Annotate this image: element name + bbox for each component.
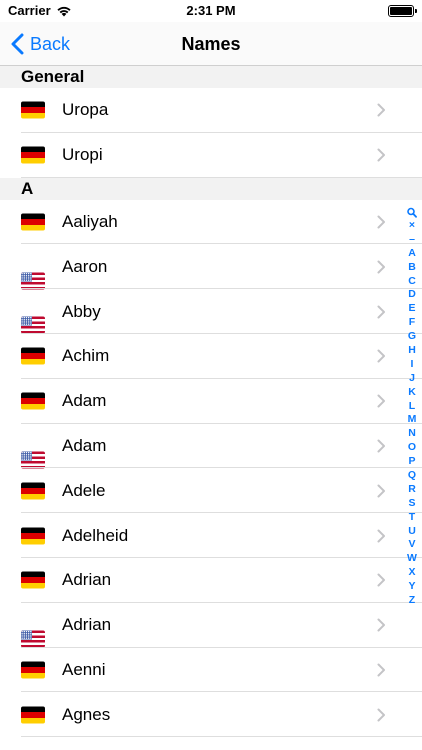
- section-header: General: [0, 66, 422, 88]
- section-index-letter[interactable]: Z: [409, 594, 415, 608]
- battery-icon: [388, 5, 417, 17]
- chevron-right-icon: [377, 103, 385, 117]
- list-item-label: Adam: [62, 435, 107, 455]
- section-index-letter[interactable]: E: [408, 302, 415, 316]
- section-index-letter[interactable]: C: [408, 275, 416, 289]
- section-index-letter[interactable]: D: [408, 288, 416, 302]
- section-index-letter[interactable]: Y: [408, 580, 415, 594]
- list-item[interactable]: Uropi: [0, 133, 422, 178]
- list-item-label: Uropi: [62, 145, 103, 165]
- list-item-label: Agnes: [62, 704, 111, 724]
- chevron-right-icon: [377, 484, 385, 498]
- list-item[interactable]: Aaron: [0, 244, 422, 290]
- section-header: A: [0, 177, 422, 200]
- section-index-letter[interactable]: X: [408, 566, 415, 580]
- chevron-right-icon: [377, 394, 385, 408]
- usa-flag-icon: [21, 451, 45, 469]
- usa-flag-icon: [21, 272, 45, 290]
- germany-flag-icon: [21, 213, 45, 231]
- section-index-letter[interactable]: A: [408, 247, 416, 261]
- section-index-letter[interactable]: M: [408, 413, 417, 427]
- section-index-letter[interactable]: –: [409, 233, 415, 247]
- chevron-right-icon: [377, 349, 385, 363]
- list-item[interactable]: Adrian: [0, 603, 422, 648]
- section-index-letter[interactable]: J: [409, 372, 415, 386]
- chevron-right-icon: [377, 439, 385, 453]
- list-item-label: Adele: [62, 480, 106, 500]
- list-item-label: Aaron: [62, 256, 108, 276]
- section-index-letter[interactable]: ×: [409, 219, 415, 233]
- germany-flag-icon: [21, 146, 45, 164]
- list-item-label: Aenni: [62, 659, 106, 679]
- chevron-right-icon: [377, 215, 385, 229]
- list-item-label: Adrian: [62, 615, 112, 635]
- list-item[interactable]: Aenni: [0, 648, 422, 693]
- germany-flag-icon: [21, 661, 45, 679]
- chevron-right-icon: [377, 618, 385, 632]
- section-index-letter[interactable]: H: [408, 344, 416, 358]
- usa-flag-icon: [21, 316, 45, 334]
- list-item[interactable]: Adrian: [0, 558, 422, 603]
- section-index-letter[interactable]: F: [409, 316, 415, 330]
- search-icon[interactable]: [407, 207, 417, 219]
- germany-flag-icon: [21, 101, 45, 119]
- section-index-letter[interactable]: Q: [408, 469, 416, 483]
- section-index-letter[interactable]: I: [411, 358, 414, 372]
- section-index-letter[interactable]: B: [408, 261, 416, 275]
- section-index-letter[interactable]: V: [408, 538, 415, 552]
- list-item[interactable]: Achim: [0, 334, 422, 379]
- status-bar: Carrier 2:31 PM: [0, 0, 422, 22]
- list-item-label: Achim: [62, 346, 110, 366]
- navigation-bar: Back Names: [0, 22, 422, 66]
- section-index[interactable]: × – A B C D E F G H I J K L M N O P Q R S T U V W X Y Z: [405, 207, 419, 608]
- names-list[interactable]: General Uropa Uropi A Aaliyah Aaron Abby Achim A…: [0, 66, 422, 750]
- list-item[interactable]: Aaliyah: [0, 200, 422, 245]
- list-item-label: Adam: [62, 391, 107, 411]
- chevron-right-icon: [377, 148, 385, 162]
- list-item-label: Uropa: [62, 100, 109, 120]
- chevron-right-icon: [377, 260, 385, 274]
- chevron-right-icon: [377, 305, 385, 319]
- usa-flag-icon: [21, 630, 45, 648]
- page-title: Names: [181, 34, 241, 54]
- list-item[interactable]: Adelheid: [0, 513, 422, 558]
- clock: 2:31 PM: [186, 3, 236, 18]
- section-index-letter[interactable]: G: [408, 330, 416, 344]
- section-index-letter[interactable]: O: [408, 441, 416, 455]
- list-item-label: Abby: [62, 301, 101, 321]
- section-index-letter[interactable]: K: [408, 386, 416, 400]
- list-item-label: Adrian: [62, 570, 112, 590]
- section-index-letter[interactable]: U: [408, 525, 416, 539]
- germany-flag-icon: [21, 571, 45, 589]
- chevron-right-icon: [377, 529, 385, 543]
- section-index-letter[interactable]: P: [408, 455, 415, 469]
- section-index-letter[interactable]: R: [408, 483, 416, 497]
- germany-flag-icon: [21, 347, 45, 365]
- list-item[interactable]: Adam: [0, 379, 422, 424]
- list-item[interactable]: Adele: [0, 468, 422, 513]
- list-item[interactable]: Abby: [0, 289, 422, 334]
- chevron-right-icon: [377, 708, 385, 722]
- germany-flag-icon: [21, 482, 45, 500]
- chevron-right-icon: [377, 663, 385, 677]
- chevron-right-icon: [377, 573, 385, 587]
- section-index-letter[interactable]: L: [409, 400, 415, 414]
- list-item[interactable]: Adam: [0, 424, 422, 469]
- germany-flag-icon: [21, 527, 45, 545]
- list-item[interactable]: Agnes: [0, 692, 422, 737]
- section-index-letter[interactable]: S: [408, 497, 415, 511]
- germany-flag-icon: [21, 392, 45, 410]
- list-item-label: Adelheid: [62, 525, 129, 545]
- germany-flag-icon: [21, 706, 45, 724]
- list-item-label: Aaliyah: [62, 211, 118, 231]
- section-index-letter[interactable]: T: [409, 511, 415, 525]
- section-index-letter[interactable]: N: [408, 427, 416, 441]
- list-item[interactable]: Uropa: [0, 88, 422, 133]
- section-index-letter[interactable]: W: [407, 552, 417, 566]
